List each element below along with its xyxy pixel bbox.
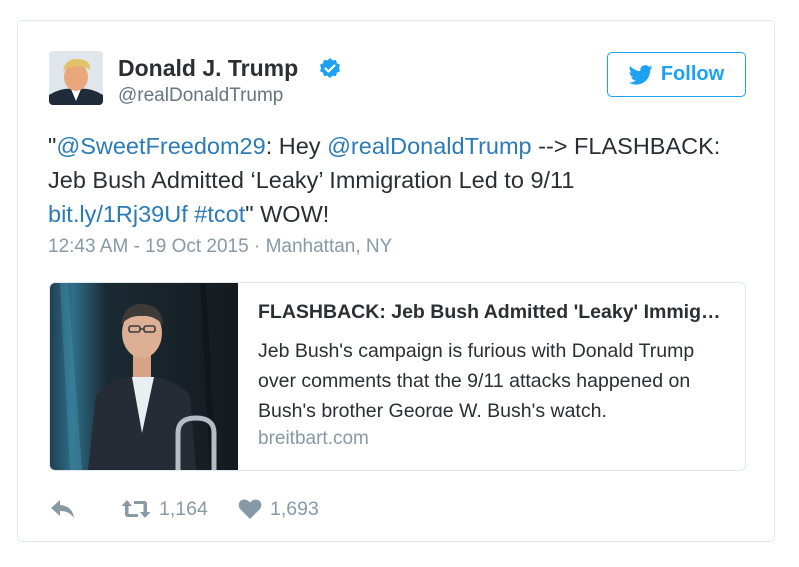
heart-icon — [238, 499, 262, 519]
follow-button[interactable]: Follow — [607, 52, 746, 97]
tweet-meta: 12:43 AM - 19 Oct 2015 · Manhattan, NY — [48, 236, 392, 258]
avatar[interactable] — [49, 51, 103, 105]
reply-icon — [51, 500, 74, 518]
link-preview-card[interactable]: FLASHBACK: Jeb Bush Admitted 'Leaky' Imm… — [49, 282, 746, 471]
preview-image — [50, 283, 238, 470]
reply-button[interactable] — [50, 495, 76, 523]
tweet-line-2: Jeb Bush Admitted ‘Leaky’ Immigration Le… — [48, 167, 575, 193]
mention-link[interactable]: @realDonaldTrump — [327, 133, 532, 159]
retweet-icon — [121, 500, 151, 518]
tweet-text: "@SweetFreedom29: Hey @realDonaldTrump -… — [48, 129, 760, 231]
tweet-text-segment: " WOW! — [245, 201, 330, 227]
like-count: 1,693 — [270, 497, 319, 520]
tweet-line-3: bit.ly/1Rj39Uf #tcot" WOW! — [48, 197, 760, 231]
preview-description: Jeb Bush's campaign is furious with Dona… — [258, 340, 695, 417]
short-url-link[interactable]: bit.ly/1Rj39Uf — [48, 201, 188, 227]
tweet-text-segment: --> FLASHBACK: — [531, 133, 721, 159]
preview-domain: breitbart.com — [258, 428, 369, 449]
tweet-text-segment: : Hey — [265, 133, 328, 159]
preview-title[interactable]: FLASHBACK: Jeb Bush Admitted 'Leaky' Imm… — [258, 301, 728, 324]
avatar-photo — [49, 51, 103, 105]
tweet-card: Donald J. Trump @realDonaldTrump Follow … — [17, 20, 775, 542]
author-handle[interactable]: @realDonaldTrump — [118, 85, 283, 107]
author-name[interactable]: Donald J. Trump — [118, 55, 298, 82]
twitter-bird-icon — [628, 64, 653, 85]
meta-separator: · — [248, 236, 266, 257]
retweet-button[interactable]: 1,164 — [121, 495, 208, 523]
hashtag-link[interactable]: #tcot — [194, 201, 245, 227]
verified-badge-icon — [320, 58, 340, 78]
location-link[interactable]: Manhattan, NY — [266, 236, 393, 257]
timestamp-link[interactable]: 12:43 AM - 19 Oct 2015 — [48, 236, 249, 257]
retweet-count: 1,164 — [159, 497, 208, 520]
mention-link[interactable]: @SweetFreedom29 — [56, 133, 265, 159]
tweet-line-1: "@SweetFreedom29: Hey @realDonaldTrump -… — [48, 129, 760, 163]
follow-label: Follow — [660, 63, 725, 85]
like-button[interactable]: 1,693 — [238, 495, 319, 523]
